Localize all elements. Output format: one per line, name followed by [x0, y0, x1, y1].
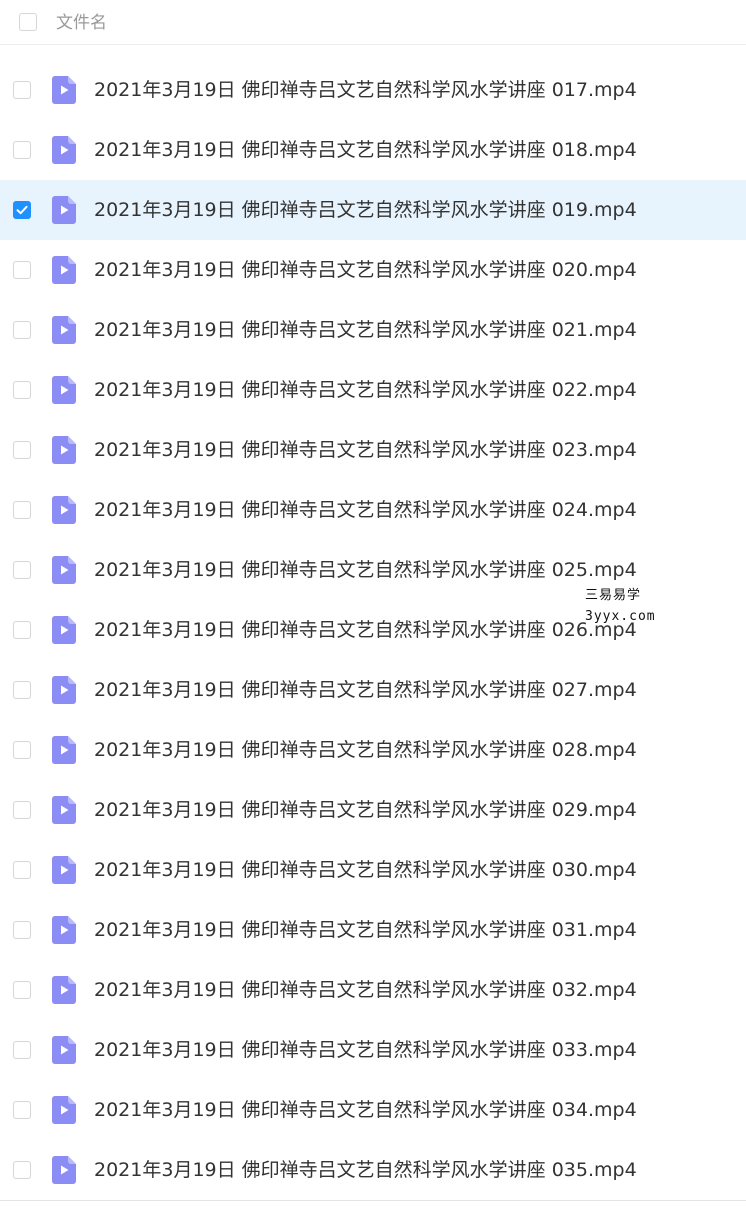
video-file-icon[interactable]: [52, 1036, 76, 1064]
file-name[interactable]: 2021年3月19日 佛印禅寺吕文艺自然科学风水学讲座 033.mp4: [94, 1038, 637, 1062]
file-name[interactable]: 2021年3月19日 佛印禅寺吕文艺自然科学风水学讲座 022.mp4: [94, 378, 637, 402]
file-row[interactable]: 2021年3月19日 佛印禅寺吕文艺自然科学风水学讲座 023.mp4: [0, 420, 746, 480]
file-row[interactable]: 2021年3月19日 佛印禅寺吕文艺自然科学风水学讲座 030.mp4: [0, 840, 746, 900]
file-name[interactable]: 2021年3月19日 佛印禅寺吕文艺自然科学风水学讲座 030.mp4: [94, 858, 637, 882]
file-list: 2021年3月19日 佛印禅寺吕文艺自然科学风水学讲座 017.mp4 2021年…: [0, 60, 746, 1200]
file-row[interactable]: 2021年3月19日 佛印禅寺吕文艺自然科学风水学讲座 028.mp4: [0, 720, 746, 780]
file-checkbox[interactable]: [13, 981, 31, 999]
file-name[interactable]: 2021年3月19日 佛印禅寺吕文艺自然科学风水学讲座 025.mp4: [94, 558, 637, 582]
file-row[interactable]: 2021年3月19日 佛印禅寺吕文艺自然科学风水学讲座 022.mp4: [0, 360, 746, 420]
file-row[interactable]: 2021年3月19日 佛印禅寺吕文艺自然科学风水学讲座 035.mp4: [0, 1140, 746, 1200]
video-file-icon[interactable]: [52, 256, 76, 284]
video-file-icon[interactable]: [52, 976, 76, 1004]
file-row[interactable]: 2021年3月19日 佛印禅寺吕文艺自然科学风水学讲座 024.mp4: [0, 480, 746, 540]
file-row[interactable]: 2021年3月19日 佛印禅寺吕文艺自然科学风水学讲座 020.mp4: [0, 240, 746, 300]
file-checkbox[interactable]: [13, 1041, 31, 1059]
video-file-icon[interactable]: [52, 436, 76, 464]
file-name[interactable]: 2021年3月19日 佛印禅寺吕文艺自然科学风水学讲座 017.mp4: [94, 78, 637, 102]
file-checkbox[interactable]: [13, 261, 31, 279]
file-name[interactable]: 2021年3月19日 佛印禅寺吕文艺自然科学风水学讲座 029.mp4: [94, 798, 637, 822]
video-file-icon[interactable]: [52, 76, 76, 104]
file-checkbox[interactable]: [13, 681, 31, 699]
video-file-icon[interactable]: [52, 856, 76, 884]
file-checkbox[interactable]: [13, 441, 31, 459]
file-checkbox[interactable]: [13, 201, 31, 219]
video-file-icon[interactable]: [52, 196, 76, 224]
video-file-icon[interactable]: [52, 496, 76, 524]
video-file-icon[interactable]: [52, 676, 76, 704]
file-checkbox[interactable]: [13, 81, 31, 99]
file-checkbox[interactable]: [13, 141, 31, 159]
file-checkbox[interactable]: [13, 381, 31, 399]
video-file-icon[interactable]: [52, 556, 76, 584]
file-checkbox[interactable]: [13, 741, 31, 759]
filename-column-header[interactable]: 文件名: [56, 12, 107, 34]
watermark-title: 三易易学: [585, 588, 642, 603]
file-name[interactable]: 2021年3月19日 佛印禅寺吕文艺自然科学风水学讲座 024.mp4: [94, 498, 637, 522]
file-name[interactable]: 2021年3月19日 佛印禅寺吕文艺自然科学风水学讲座 019.mp4: [94, 198, 637, 222]
video-file-icon[interactable]: [52, 796, 76, 824]
file-name[interactable]: 2021年3月19日 佛印禅寺吕文艺自然科学风水学讲座 021.mp4: [94, 318, 637, 342]
file-checkbox[interactable]: [13, 921, 31, 939]
file-name[interactable]: 2021年3月19日 佛印禅寺吕文艺自然科学风水学讲座 035.mp4: [94, 1158, 637, 1182]
file-name[interactable]: 2021年3月19日 佛印禅寺吕文艺自然科学风水学讲座 018.mp4: [94, 138, 637, 162]
file-name[interactable]: 2021年3月19日 佛印禅寺吕文艺自然科学风水学讲座 031.mp4: [94, 918, 637, 942]
video-file-icon[interactable]: [52, 1156, 76, 1184]
file-name[interactable]: 2021年3月19日 佛印禅寺吕文艺自然科学风水学讲座 034.mp4: [94, 1098, 637, 1122]
video-file-icon[interactable]: [52, 136, 76, 164]
file-checkbox[interactable]: [13, 1101, 31, 1119]
file-row[interactable]: 2021年3月19日 佛印禅寺吕文艺自然科学风水学讲座 034.mp4: [0, 1080, 746, 1140]
checkmark-icon: [16, 205, 28, 215]
file-name[interactable]: 2021年3月19日 佛印禅寺吕文艺自然科学风水学讲座 023.mp4: [94, 438, 637, 462]
video-file-icon[interactable]: [52, 1096, 76, 1124]
file-name[interactable]: 2021年3月19日 佛印禅寺吕文艺自然科学风水学讲座 027.mp4: [94, 678, 637, 702]
file-checkbox[interactable]: [13, 801, 31, 819]
video-file-icon[interactable]: [52, 916, 76, 944]
file-checkbox[interactable]: [13, 321, 31, 339]
video-file-icon[interactable]: [52, 376, 76, 404]
list-bottom-divider: [0, 1200, 746, 1201]
file-list-header: 文件名: [0, 0, 746, 45]
file-checkbox[interactable]: [13, 561, 31, 579]
select-all-checkbox[interactable]: [19, 13, 37, 31]
file-row[interactable]: 2021年3月19日 佛印禅寺吕文艺自然科学风水学讲座 027.mp4: [0, 660, 746, 720]
file-checkbox[interactable]: [13, 621, 31, 639]
file-checkbox[interactable]: [13, 1161, 31, 1179]
file-name[interactable]: 2021年3月19日 佛印禅寺吕文艺自然科学风水学讲座 026.mp4: [94, 618, 637, 642]
file-row[interactable]: 2021年3月19日 佛印禅寺吕文艺自然科学风水学讲座 031.mp4: [0, 900, 746, 960]
file-name[interactable]: 2021年3月19日 佛印禅寺吕文艺自然科学风水学讲座 032.mp4: [94, 978, 637, 1002]
file-checkbox[interactable]: [13, 501, 31, 519]
file-row[interactable]: 2021年3月19日 佛印禅寺吕文艺自然科学风水学讲座 033.mp4: [0, 1020, 746, 1080]
file-name[interactable]: 2021年3月19日 佛印禅寺吕文艺自然科学风水学讲座 020.mp4: [94, 258, 637, 282]
video-file-icon[interactable]: [52, 316, 76, 344]
file-row[interactable]: 2021年3月19日 佛印禅寺吕文艺自然科学风水学讲座 032.mp4: [0, 960, 746, 1020]
file-name[interactable]: 2021年3月19日 佛印禅寺吕文艺自然科学风水学讲座 028.mp4: [94, 738, 637, 762]
file-row[interactable]: 2021年3月19日 佛印禅寺吕文艺自然科学风水学讲座 021.mp4: [0, 300, 746, 360]
file-checkbox[interactable]: [13, 861, 31, 879]
file-row[interactable]: 2021年3月19日 佛印禅寺吕文艺自然科学风水学讲座 019.mp4: [0, 180, 746, 240]
file-row[interactable]: 2021年3月19日 佛印禅寺吕文艺自然科学风水学讲座 017.mp4: [0, 60, 746, 120]
file-row[interactable]: 2021年3月19日 佛印禅寺吕文艺自然科学风水学讲座 029.mp4: [0, 780, 746, 840]
video-file-icon[interactable]: [52, 616, 76, 644]
watermark: 三易易学 3yyx.com: [585, 585, 656, 627]
video-file-icon[interactable]: [52, 736, 76, 764]
watermark-url: 3yyx.com: [585, 609, 656, 624]
file-row[interactable]: 2021年3月19日 佛印禅寺吕文艺自然科学风水学讲座 018.mp4: [0, 120, 746, 180]
